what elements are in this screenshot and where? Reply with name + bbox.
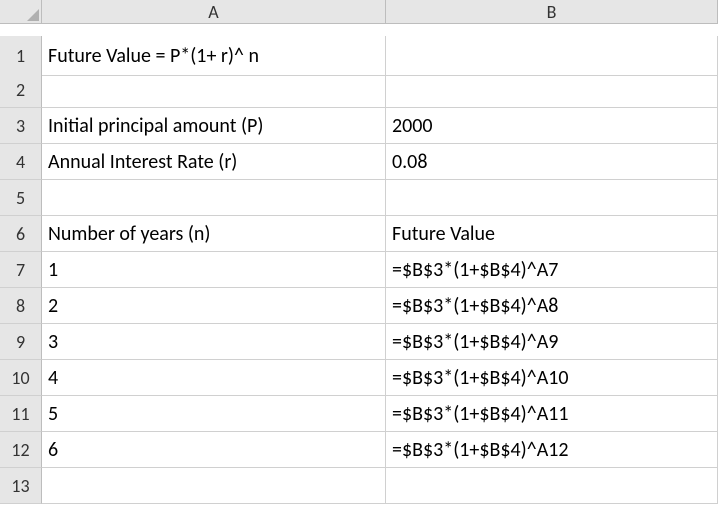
- cell-B8[interactable]: =$B$3*(1+$B$4)^A8: [386, 288, 718, 324]
- row-header-4[interactable]: 4: [0, 144, 42, 180]
- cell-A5[interactable]: [42, 180, 386, 216]
- row-header-7[interactable]: 7: [0, 252, 42, 288]
- cell-A12[interactable]: 6: [42, 432, 386, 468]
- column-header-A[interactable]: A: [42, 0, 386, 24]
- row-header-10[interactable]: 10: [0, 360, 42, 396]
- cell-B6[interactable]: Future Value: [386, 216, 718, 252]
- cell-A2[interactable]: [42, 72, 386, 108]
- cell-B5[interactable]: [386, 180, 718, 216]
- row-header-2[interactable]: 2: [0, 72, 42, 108]
- cell-B1[interactable]: [386, 36, 718, 76]
- select-all-triangle-icon: [27, 9, 39, 21]
- cell-B4[interactable]: 0.08: [386, 144, 718, 180]
- cell-A3[interactable]: Initial principal amount (P): [42, 108, 386, 144]
- cell-A8[interactable]: 2: [42, 288, 386, 324]
- row-header-9[interactable]: 9: [0, 324, 42, 360]
- row-header-1[interactable]: 1: [0, 36, 42, 76]
- cell-A6[interactable]: Number of years (n): [42, 216, 386, 252]
- cell-A4[interactable]: Annual Interest Rate (r): [42, 144, 386, 180]
- cell-B9[interactable]: =$B$3*(1+$B$4)^A9: [386, 324, 718, 360]
- cell-A1[interactable]: Future Value = P*(1+ r)^ n: [42, 36, 386, 76]
- cell-B2[interactable]: [386, 72, 718, 108]
- row-header-6[interactable]: 6: [0, 216, 42, 252]
- spreadsheet-grid: A B 1 Future Value = P*(1+ r)^ n 2 3 Ini…: [0, 0, 720, 504]
- row-header-3[interactable]: 3: [0, 108, 42, 144]
- cell-B10[interactable]: =$B$3*(1+$B$4)^A10: [386, 360, 718, 396]
- cell-A13[interactable]: [42, 468, 386, 504]
- cell-A11[interactable]: 5: [42, 396, 386, 432]
- cell-A7[interactable]: 1: [42, 252, 386, 288]
- cell-B7[interactable]: =$B$3*(1+$B$4)^A7: [386, 252, 718, 288]
- cell-B12[interactable]: =$B$3*(1+$B$4)^A12: [386, 432, 718, 468]
- cell-B3[interactable]: 2000: [386, 108, 718, 144]
- row-header-13[interactable]: 13: [0, 468, 42, 504]
- row-header-12[interactable]: 12: [0, 432, 42, 468]
- row-header-8[interactable]: 8: [0, 288, 42, 324]
- cell-B13[interactable]: [386, 468, 718, 504]
- cell-A10[interactable]: 4: [42, 360, 386, 396]
- row-header-11[interactable]: 11: [0, 396, 42, 432]
- cell-A9[interactable]: 3: [42, 324, 386, 360]
- column-header-B[interactable]: B: [386, 0, 718, 24]
- cell-B11[interactable]: =$B$3*(1+$B$4)^A11: [386, 396, 718, 432]
- select-all-corner[interactable]: [0, 0, 42, 24]
- row-header-5[interactable]: 5: [0, 180, 42, 216]
